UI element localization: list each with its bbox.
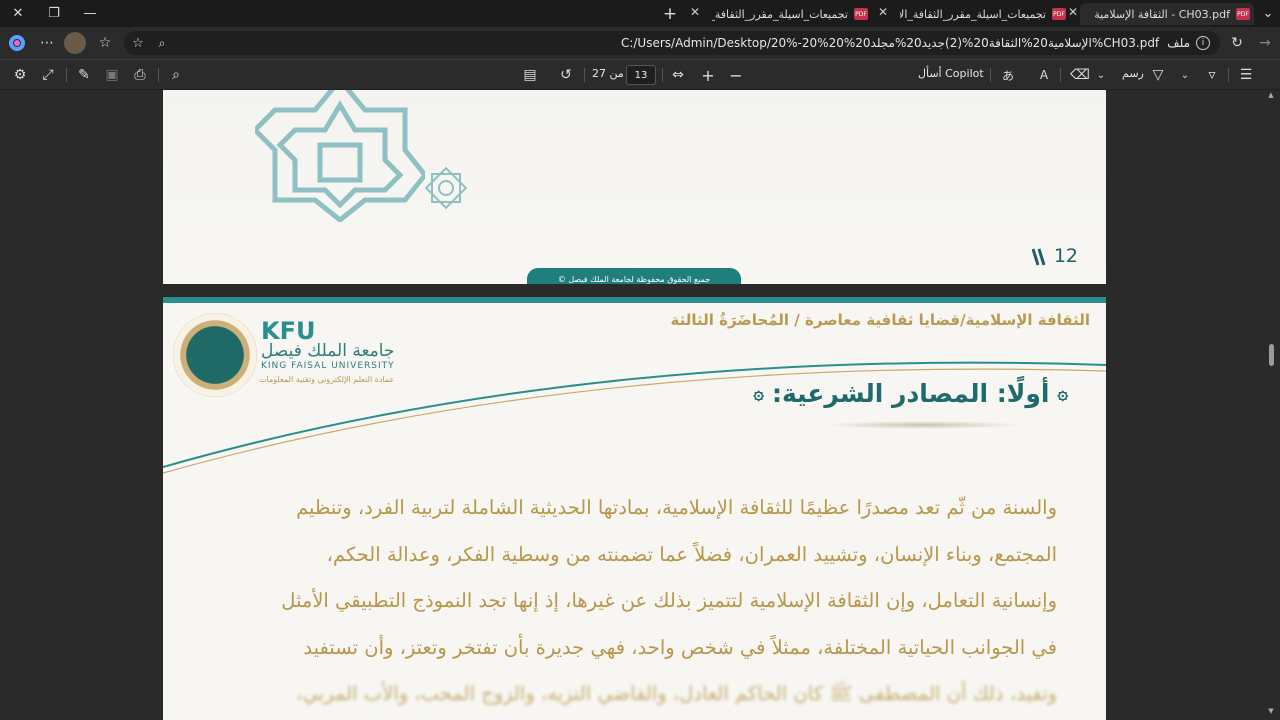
scrollbar[interactable]: ▲ ▼ [1267, 90, 1275, 720]
zoom-icon[interactable]: ⌕ [154, 35, 170, 51]
address-bar: ⋯ ☆ i ملف C:/Users/Admin/Desktop/20%-20%… [0, 27, 1280, 59]
print-icon[interactable]: ⎙ [130, 65, 150, 85]
body-paragraph: والسنة من ثّم تعد مصدرًا عظيمًا للثقافة … [215, 485, 1057, 718]
page-total-label: من 27 [592, 67, 624, 80]
page-view-icon[interactable]: ▤ [520, 65, 540, 85]
tab-title: تجميعات_اسيلة_مقرر_الثقافة_الاسلا [900, 7, 1046, 21]
tab-actions-chevron-icon[interactable]: ⌄ [1256, 0, 1280, 27]
url-field[interactable]: i ملف C:/Users/Admin/Desktop/20%-20%20%ا… [124, 31, 1220, 55]
title-underline [823, 421, 1023, 429]
chevron-down-icon[interactable]: ⌄ [1178, 65, 1192, 85]
edit-pdf-icon[interactable]: ✎ [74, 65, 94, 85]
divider [990, 68, 991, 82]
divider [158, 68, 159, 82]
more-options-icon[interactable]: ⋯ [36, 33, 58, 53]
lecture-header: الثقافة الإسلامية/قضايا ثقافية معاصرة / … [670, 311, 1090, 329]
copilot-icon[interactable] [6, 33, 28, 53]
divider [1060, 68, 1061, 82]
pdf-page-13: الثقافة الإسلامية/قضايا ثقافية معاصرة / … [163, 297, 1106, 720]
title-bar: ✕ ❐ — + PDF تجميعات_اسيلة_مقرر_الثقافة_ا… [0, 0, 1280, 27]
ornament-icon: ۞ [1057, 383, 1068, 404]
pdf-icon: PDF [1052, 8, 1066, 20]
divider [584, 68, 585, 82]
scroll-up-icon[interactable]: ▲ [1267, 90, 1275, 100]
body-line: المجتمع، وبناء الإنسان، وتشييد العمران، … [326, 542, 1057, 566]
islamic-pattern-icon [255, 90, 425, 222]
close-window-button[interactable]: ✕ [0, 0, 36, 27]
copyright-banner: جميع الحقوق محفوظة لجامعة الملك فيصل © [527, 268, 741, 284]
favorites-icon[interactable]: ☆ [94, 33, 116, 53]
file-label: ملف [1167, 36, 1190, 50]
scroll-down-icon[interactable]: ▼ [1267, 706, 1275, 716]
close-tab-icon[interactable]: ✕ [878, 5, 888, 19]
refresh-icon[interactable]: ↻ [1226, 33, 1248, 53]
save-icon[interactable]: ▣ [102, 65, 122, 85]
divider [1228, 68, 1229, 82]
zoom-out-icon[interactable]: − [726, 65, 746, 85]
body-line: وإنسانية التعامل، وإن الثقافة الإسلامية … [281, 589, 1057, 612]
course-title: الثقافة الإسلامية/قضايا ثقافية معاصرة / [794, 311, 1090, 329]
read-aloud-icon[interactable]: A [1034, 65, 1054, 85]
tab-2[interactable]: PDF تجميعات_اسيلة_مقرر_الثقافة_الاسلا [708, 3, 868, 25]
new-tab-button[interactable]: + [652, 0, 688, 27]
section-title-text: أولًا: المصادر الشرعية: [771, 379, 1050, 408]
translate-icon[interactable]: あ [998, 65, 1018, 85]
divider [662, 68, 663, 82]
close-tab-icon[interactable]: ✕ [690, 5, 700, 19]
page-number-input[interactable]: 13 [626, 65, 656, 85]
fullscreen-icon[interactable]: ⤢ [38, 65, 58, 85]
ask-copilot-button[interactable]: أسأل Copilot [918, 67, 984, 80]
draw-icon[interactable]: ▽ [1148, 65, 1168, 85]
lecture-title: المُحاضَرَةُ الثالثة [670, 311, 790, 329]
draw-button[interactable]: رسم [1122, 67, 1144, 80]
profile-avatar[interactable] [64, 32, 86, 54]
pdf-icon: PDF [854, 8, 868, 20]
page-number-mark-icon [1032, 248, 1046, 266]
tab-1[interactable]: PDF تجميعات_اسيلة_مقرر_الثقافة_الاسلا [896, 3, 1066, 25]
pdf-icon: PDF [1236, 8, 1250, 20]
zoom-in-icon[interactable]: + [698, 65, 718, 85]
url-text: C:/Users/Admin/Desktop/20%-20%20%الإسلام… [620, 36, 1160, 50]
chevron-down-icon[interactable]: ⌄ [1094, 65, 1108, 85]
restore-window-button[interactable]: ❐ [36, 0, 72, 27]
pdf-page-12: 12 جميع الحقوق محفوظة لجامعة الملك فيصل … [163, 90, 1106, 284]
body-line: وتفيد، ذلك أن المصطفى ﷺ كان الحاكم العاد… [296, 682, 1057, 705]
small-pattern-icon [424, 166, 468, 210]
page-number: 12 [1053, 245, 1078, 267]
forward-icon[interactable]: → [1254, 33, 1276, 53]
tab-active[interactable]: PDF CH03.pdf - الثقافة الإسلامية [1080, 3, 1254, 25]
divider [66, 68, 67, 82]
body-line: والسنة من ثّم تعد مصدرًا عظيمًا للثقافة … [296, 496, 1057, 519]
scrollbar-thumb[interactable] [1269, 344, 1274, 366]
minimize-window-button[interactable]: — [72, 0, 108, 27]
settings-icon[interactable]: ⚙ [10, 65, 30, 85]
pdf-toolbar: ⚙ ⤢ ✎ ▣ ⎙ ⌕ ▤ ↺ من 27 13 ⇔ + − أسأل Copi… [0, 59, 1280, 89]
close-tab-icon[interactable]: ✕ [1068, 5, 1078, 19]
fit-page-icon[interactable]: ⇔ [668, 65, 688, 85]
page-top-bar [163, 297, 1106, 303]
ornament-icon: ۞ [753, 383, 764, 404]
highlight-icon[interactable]: ▿ [1202, 65, 1222, 85]
contents-icon[interactable]: ☰ [1236, 65, 1256, 85]
eraser-icon[interactable]: ⌫ [1070, 65, 1090, 85]
add-favorite-star-icon[interactable]: ☆ [130, 35, 146, 51]
section-title: ۞ أولًا: المصادر الشرعية: ۞ [753, 379, 1068, 408]
tab-title: CH03.pdf - الثقافة الإسلامية [1094, 7, 1230, 21]
search-icon[interactable]: ⌕ [166, 65, 186, 85]
tab-title: تجميعات_اسيلة_مقرر_الثقافة_الاسلا [712, 7, 848, 21]
info-icon[interactable]: i [1196, 36, 1210, 50]
body-line: في الجوانب الحياتية المختلفة، ممثلاً في … [303, 635, 1057, 659]
rotate-icon[interactable]: ↺ [556, 65, 576, 85]
